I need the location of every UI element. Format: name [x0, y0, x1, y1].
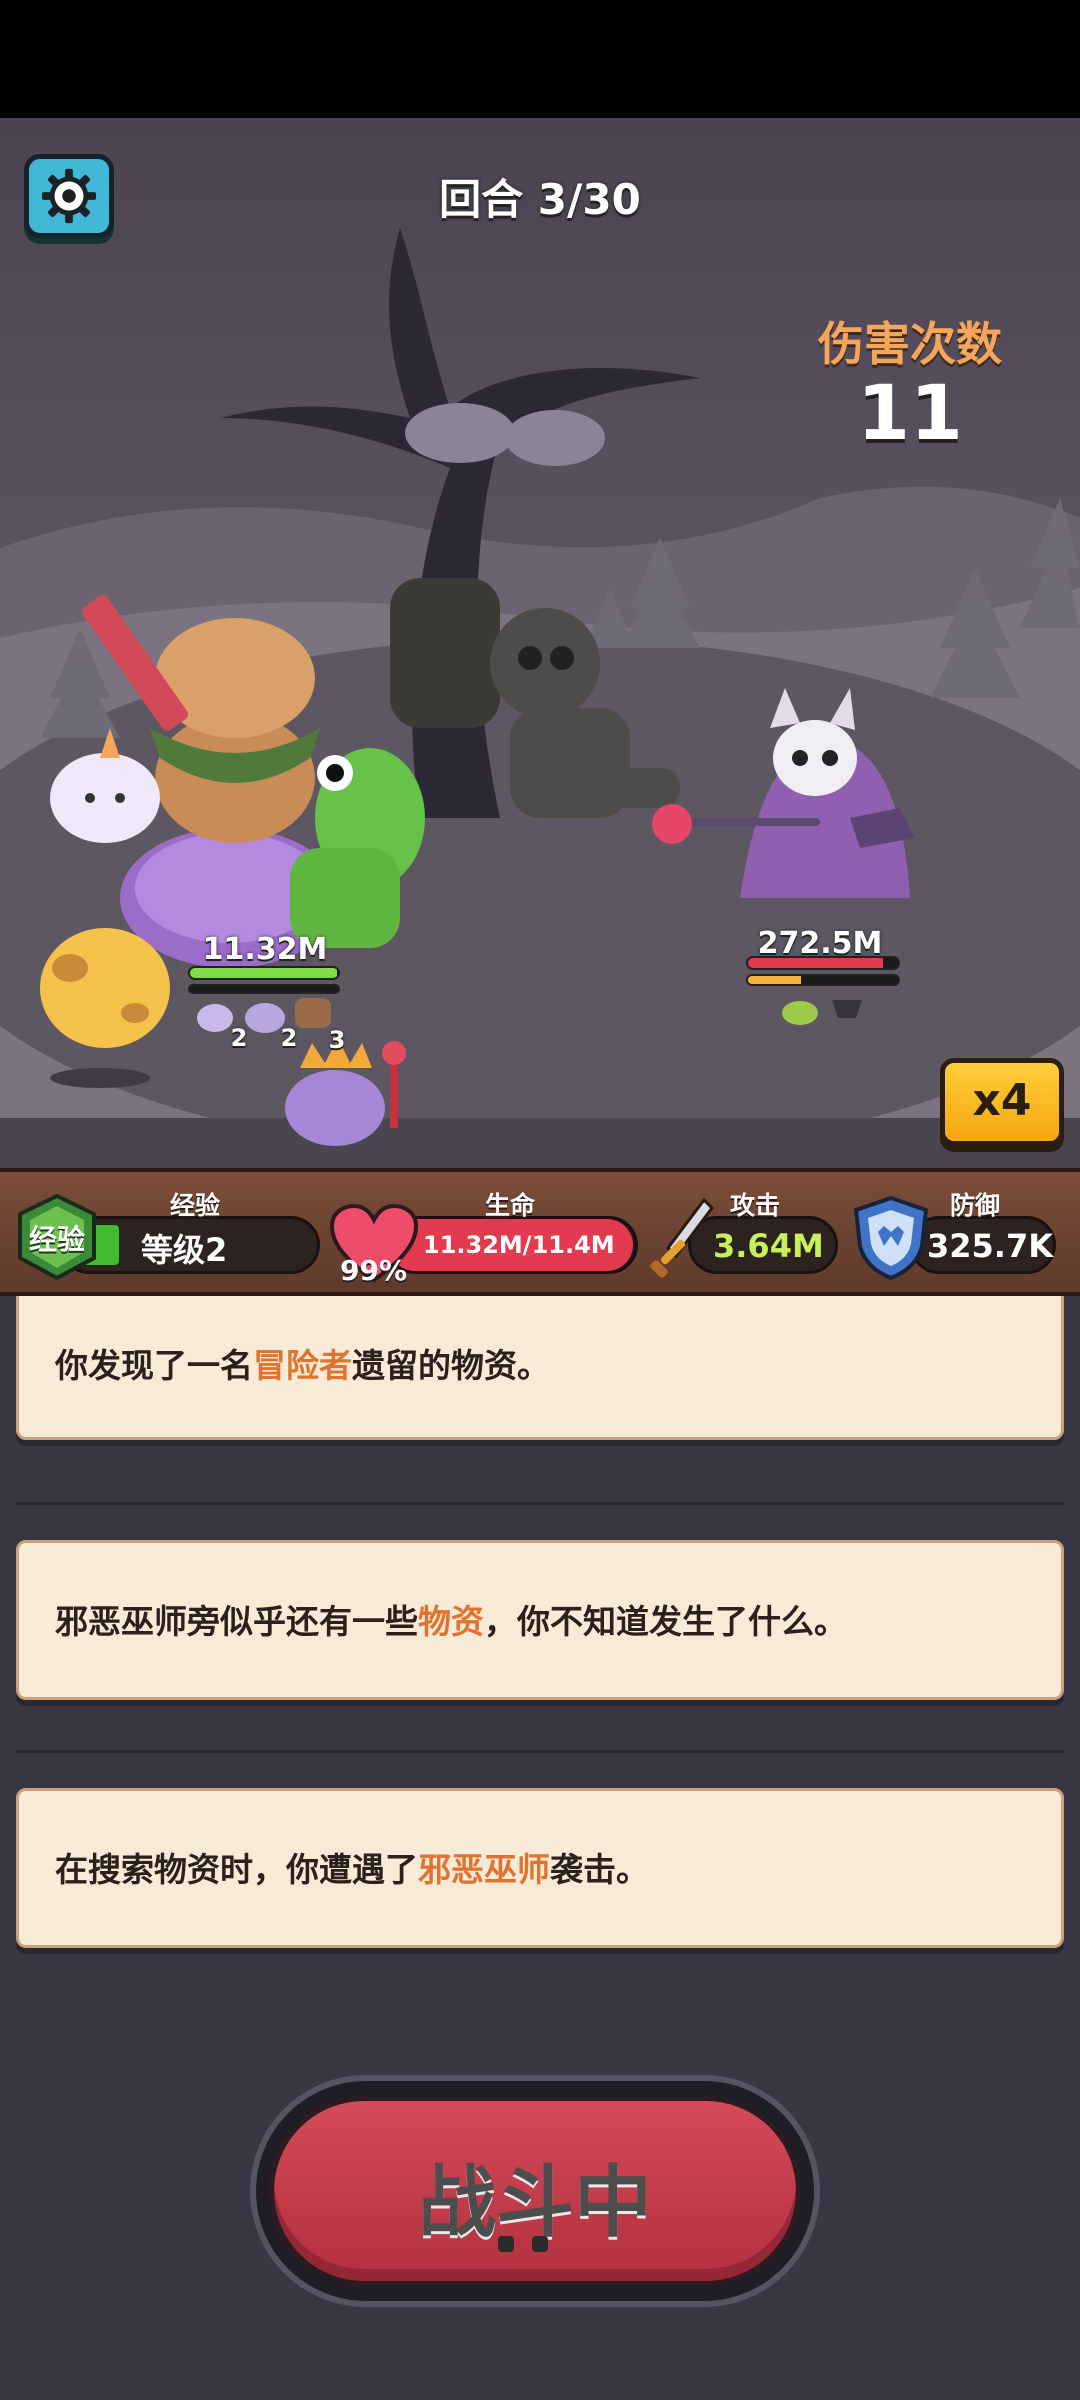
- stats-bar: 等级2 经验 经验 11.32M/11.4M 99% 生命 3.64M 攻击 3…: [0, 1168, 1080, 1296]
- settings-button[interactable]: [24, 154, 114, 238]
- pet-count-1: 2: [230, 1024, 248, 1052]
- attack-label: 攻击: [729, 1191, 780, 1220]
- hp-text: 11.32M/11.4M: [423, 1231, 615, 1259]
- log-text-2: 邪恶巫师旁似乎还有一些物资，你不知道发生了什么。: [55, 1602, 847, 1641]
- log-card-1: 你发现了一名冒险者遗留的物资。: [16, 1296, 1064, 1440]
- pet-count-3: 3: [328, 1026, 346, 1054]
- level-text: 等级2: [141, 1231, 228, 1269]
- status-bar-area: [0, 0, 1080, 118]
- defense-value: 325.7K: [927, 1227, 1054, 1265]
- exp-label: 经验: [169, 1191, 220, 1220]
- log-text-1: 你发现了一名冒险者遗留的物资。: [55, 1346, 550, 1385]
- battle-scene: 回合 3/30 伤害次数 11 11.32M 272.5M 2 2 3 x4: [0, 118, 1080, 1168]
- log-separator: [16, 1750, 1064, 1753]
- log-text-3: 在搜索物资时，你遭遇了邪恶巫师袭击。: [55, 1850, 649, 1889]
- defense-pill: 325.7K: [910, 1216, 1056, 1274]
- hp-pill: 11.32M/11.4M: [386, 1216, 638, 1274]
- speed-button[interactable]: x4: [940, 1058, 1064, 1146]
- hp-label: 生命: [484, 1191, 535, 1220]
- log-card-3: 在搜索物资时，你遭遇了邪恶巫师袭击。: [16, 1788, 1064, 1948]
- enemy-hp-bar: [746, 956, 900, 970]
- player-hp-bar: [188, 966, 340, 980]
- hp-percent: 99%: [340, 1254, 408, 1287]
- attack-value: 3.64M: [713, 1227, 824, 1265]
- log-card-2: 邪恶巫师旁似乎还有一些物资，你不知道发生了什么。: [16, 1540, 1064, 1700]
- player-hp-label: 11.32M: [202, 932, 328, 967]
- round-counter: 回合 3/30: [439, 175, 641, 224]
- enemy-energy-fill: [748, 976, 801, 984]
- player-hp-fill: [190, 968, 337, 978]
- damage-count-value: 11: [857, 368, 963, 457]
- pet-count-2: 2: [280, 1024, 298, 1052]
- exp-badge: 经验: [16, 1193, 98, 1281]
- loading-dot: [532, 2236, 548, 2252]
- log-separator: [16, 1502, 1064, 1505]
- loading-dot: [498, 2236, 514, 2252]
- damage-count-label: 伤害次数: [818, 317, 1002, 371]
- exp-pill: 等级2: [60, 1216, 320, 1274]
- enemy-hp-fill: [748, 958, 883, 968]
- gear-icon: [41, 168, 97, 224]
- sword-icon: [650, 1197, 714, 1286]
- enemy-energy-bar: [746, 974, 900, 986]
- scene-background: [0, 228, 1080, 1168]
- player-shield-bar: [188, 984, 340, 994]
- shield-icon: [852, 1195, 930, 1284]
- exp-badge-text: 经验: [28, 1223, 85, 1256]
- defense-label: 防御: [949, 1191, 1000, 1220]
